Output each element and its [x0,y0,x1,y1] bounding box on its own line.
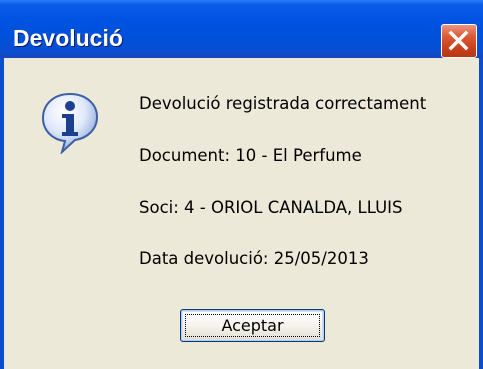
dialog-title: Devolució [13,25,123,51]
accept-button[interactable]: Aceptar [180,309,325,342]
close-icon [448,30,469,51]
message-return-date: Data devolució: 25/05/2013 [139,249,369,268]
title-bar[interactable]: Devolució [0,0,483,58]
message-document: Document: 10 - El Perfume [139,146,362,165]
dialog-window: Devolució Devolució registrada correctam… [0,0,483,369]
accept-button-label: Aceptar [221,315,284,335]
close-button[interactable] [441,24,477,58]
information-icon [41,92,99,154]
message-status: Devolució registrada correctament [139,94,427,113]
message-member: Soci: 4 - ORIOL CANALDA, LLUIS [139,198,403,217]
